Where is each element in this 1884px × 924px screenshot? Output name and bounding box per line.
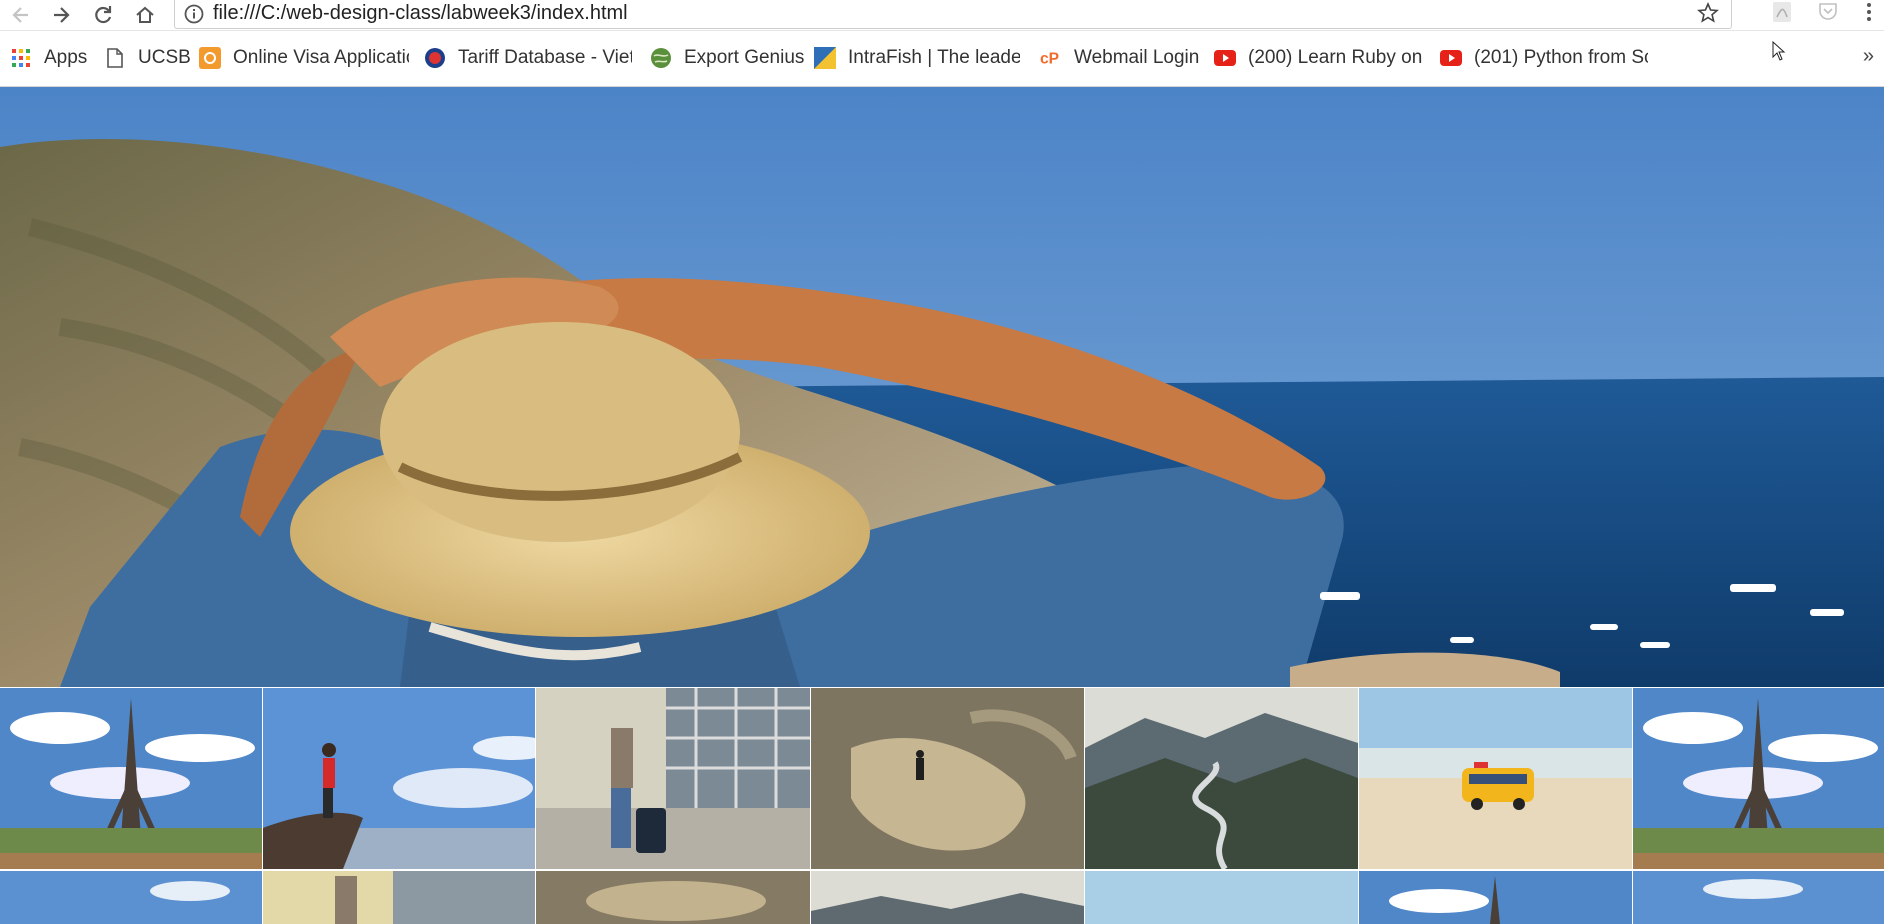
address-url[interactable]: file:///C:/web-design-class/labweek3/ind… xyxy=(213,2,628,25)
bookmark-intrafish[interactable]: IntraFish | The leader xyxy=(814,44,1020,72)
gallery-photo-map-with-figurine[interactable] xyxy=(811,688,1084,869)
bookmark-ucsb[interactable]: UCSB xyxy=(104,44,191,72)
gallery-photo-river-valley-mountains[interactable] xyxy=(1085,688,1358,869)
mouse-cursor-icon xyxy=(1772,40,1786,66)
bookmark-label: IntraFish | The leader xyxy=(848,47,1020,68)
gallery-photo-eiffel-tower[interactable] xyxy=(1359,871,1632,924)
photo-gallery xyxy=(0,688,1884,924)
bookmark-apps[interactable]: Apps xyxy=(10,44,87,72)
pdf-extension-icon[interactable] xyxy=(1770,0,1794,24)
svg-text:cP: cP xyxy=(1040,51,1059,68)
bookmark-webmail-login[interactable]: cP Webmail Login xyxy=(1040,44,1199,72)
gallery-photo-yellow-van-on-beach[interactable] xyxy=(1359,688,1632,869)
arrow-left-icon xyxy=(12,7,28,23)
gallery-photo-river-valley-mountains[interactable] xyxy=(811,871,1084,924)
browser-toolbar: file:///C:/web-design-class/labweek3/ind… xyxy=(0,0,1884,31)
bookmark-export-genius[interactable]: Export Genius xyxy=(650,44,804,72)
bookmark-star-icon[interactable] xyxy=(1697,1,1719,29)
intrafish-icon xyxy=(814,47,836,69)
gallery-photo-sky[interactable] xyxy=(1633,871,1884,924)
forward-button[interactable] xyxy=(48,2,74,28)
cpanel-icon: cP xyxy=(1040,47,1062,69)
globe-icon xyxy=(650,47,672,69)
menu-kebab-icon[interactable] xyxy=(1862,0,1876,24)
bookmark-label: Webmail Login xyxy=(1074,47,1200,68)
pocket-extension-icon[interactable] xyxy=(1816,0,1840,24)
gallery-photo-beach[interactable] xyxy=(1085,871,1358,924)
bookmark-label: Apps xyxy=(44,47,88,68)
gallery-photo-map-with-figurine[interactable] xyxy=(536,871,810,924)
apps-grid-icon xyxy=(10,47,32,69)
bookmark-label: (201) Python from Scr xyxy=(1474,47,1648,68)
gallery-photo-hiker-on-rock[interactable] xyxy=(263,688,535,869)
bookmark-learn-ruby[interactable]: (200) Learn Ruby on R xyxy=(1214,44,1424,72)
gallery-photo-sky[interactable] xyxy=(0,871,262,924)
home-button[interactable] xyxy=(132,2,158,28)
bookmark-tariff-database[interactable]: Tariff Database - Vietr xyxy=(424,44,632,72)
visa-icon xyxy=(199,47,221,69)
address-bar[interactable]: file:///C:/web-design-class/labweek3/ind… xyxy=(174,0,1732,29)
bookmarks-bar: Apps UCSB Online Visa Applicatio Tariff … xyxy=(0,31,1884,87)
youtube-icon xyxy=(1440,47,1462,69)
bookmark-label: Export Genius xyxy=(684,47,805,68)
bookmark-label: Online Visa Applicatio xyxy=(233,47,409,68)
arrow-right-icon xyxy=(54,7,70,23)
back-button[interactable] xyxy=(8,2,34,28)
gallery-photo-traveler-with-suitcase[interactable] xyxy=(536,688,810,869)
bookmark-label: (200) Learn Ruby on R xyxy=(1248,47,1424,68)
tariff-icon xyxy=(424,47,446,69)
reload-icon xyxy=(95,6,112,24)
youtube-icon xyxy=(1214,47,1236,69)
reload-button[interactable] xyxy=(90,2,116,28)
gallery-photo-eiffel-tower[interactable] xyxy=(1633,688,1884,869)
bookmark-python-from-scratch[interactable]: (201) Python from Scr xyxy=(1440,44,1648,72)
page-icon xyxy=(104,47,126,69)
home-icon xyxy=(136,6,154,23)
hero-image xyxy=(0,87,1884,687)
gallery-photo-traveler-with-suitcase[interactable] xyxy=(263,871,535,924)
gallery-photo-eiffel-tower[interactable] xyxy=(0,688,262,869)
bookmark-online-visa[interactable]: Online Visa Applicatio xyxy=(199,44,409,72)
bookmark-label: Tariff Database - Vietr xyxy=(458,47,632,68)
more-bookmarks-chevron-icon[interactable]: » xyxy=(1863,45,1874,68)
bookmark-label: UCSB xyxy=(138,47,191,68)
info-icon[interactable] xyxy=(183,3,205,30)
